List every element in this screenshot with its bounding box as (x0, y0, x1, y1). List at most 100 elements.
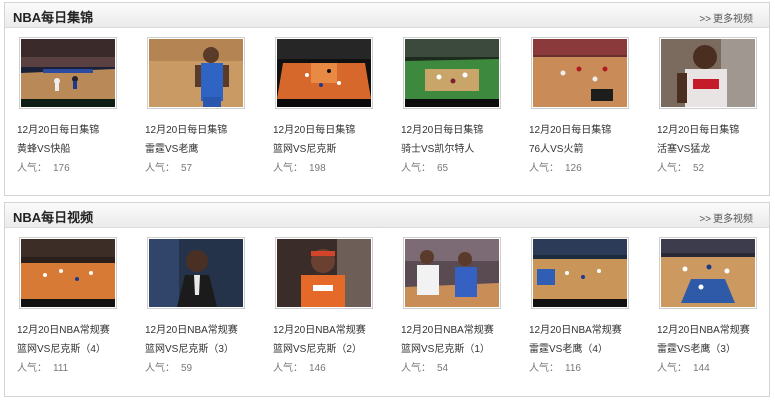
popularity-label: 人气： (145, 163, 175, 174)
video-date-title[interactable]: 12月20日NBA常规赛 (145, 321, 238, 336)
video-thumbnail[interactable] (531, 37, 629, 109)
popularity-label: 人气： (17, 163, 47, 174)
thumbnail-image (533, 239, 627, 307)
popularity: 人气： 144 (657, 359, 710, 374)
highlights-panel: NBA每日集锦 >> 更多视频 12月20日每日集锦 黄蜂VS快船 人气： 176 (4, 2, 770, 196)
video-date-title[interactable]: 12月20日每日集锦 (145, 121, 227, 136)
video-matchup[interactable]: 篮网VS尼克斯（2） (273, 340, 362, 355)
popularity: 人气： 176 (17, 159, 70, 174)
video-matchup[interactable]: 篮网VS尼克斯 (273, 140, 336, 155)
section-title: NBA每日视频 (13, 210, 94, 225)
video-matchup[interactable]: 雷霆VS老鹰（3） (657, 340, 736, 355)
more-videos-label: 更多视频 (713, 14, 753, 25)
video-item: 12月20日每日集锦 骑士VS凯尔特人 人气： 65 (401, 37, 511, 174)
thumbnail-image (405, 239, 499, 307)
popularity-value: 57 (181, 163, 193, 174)
popularity-value: 198 (309, 163, 326, 174)
video-date-title[interactable]: 12月20日NBA常规赛 (401, 321, 494, 336)
video-item: 12月20日每日集锦 活塞VS猛龙 人气： 52 (657, 37, 767, 174)
video-list: 12月20日每日集锦 黄蜂VS快船 人气： 176 12月20日每日集锦 雷霆VS… (5, 37, 769, 187)
video-thumbnail[interactable] (275, 237, 373, 309)
thumbnail-image (21, 39, 115, 107)
video-thumbnail[interactable] (403, 37, 501, 109)
video-thumbnail[interactable] (147, 237, 245, 309)
video-date-title[interactable]: 12月20日每日集锦 (657, 121, 739, 136)
video-matchup[interactable]: 骑士VS凯尔特人 (401, 140, 474, 155)
video-thumbnail[interactable] (19, 37, 117, 109)
video-date-title[interactable]: 12月20日每日集锦 (529, 121, 611, 136)
popularity: 人气： 59 (145, 359, 192, 374)
thumbnail-image (277, 39, 371, 107)
thumbnail-image (661, 39, 755, 107)
popularity-label: 人气： (145, 363, 175, 374)
thumbnail-image (405, 39, 499, 107)
panel-header: NBA每日视频 >> 更多视频 (5, 203, 769, 228)
popularity-value: 126 (565, 163, 582, 174)
video-thumbnail[interactable] (19, 237, 117, 309)
popularity-label: 人气： (401, 363, 431, 374)
video-date-title[interactable]: 12月20日每日集锦 (401, 121, 483, 136)
popularity: 人气： 111 (17, 359, 68, 374)
video-matchup[interactable]: 活塞VS猛龙 (657, 140, 710, 155)
video-thumbnail[interactable] (275, 37, 373, 109)
video-thumbnail[interactable] (531, 237, 629, 309)
video-date-title[interactable]: 12月20日NBA常规赛 (529, 321, 622, 336)
video-date-title[interactable]: 12月20日每日集锦 (273, 121, 355, 136)
video-item: 12月20日NBA常规赛 雷霆VS老鹰（3） 人气： 144 (657, 237, 767, 374)
video-thumbnail[interactable] (659, 37, 757, 109)
video-matchup[interactable]: 雷霆VS老鹰 (145, 140, 198, 155)
popularity-value: 65 (437, 163, 449, 174)
popularity: 人气： 126 (529, 159, 582, 174)
video-matchup[interactable]: 篮网VS尼克斯（3） (145, 340, 234, 355)
popularity-value: 144 (693, 363, 710, 374)
video-thumbnail[interactable] (403, 237, 501, 309)
video-item: 12月20日NBA常规赛 雷霆VS老鹰（4） 人气： 116 (529, 237, 639, 374)
panel-header: NBA每日集锦 >> 更多视频 (5, 3, 769, 28)
popularity-value: 146 (309, 363, 326, 374)
thumbnail-image (149, 239, 243, 307)
double-chevron-icon: >> (699, 14, 711, 25)
video-date-title[interactable]: 12月20日NBA常规赛 (273, 321, 366, 336)
popularity-value: 116 (565, 363, 581, 374)
video-matchup[interactable]: 76人VS火箭 (529, 140, 583, 155)
popularity: 人气： 198 (273, 159, 326, 174)
thumbnail-image (21, 239, 115, 307)
popularity-label: 人气： (529, 163, 559, 174)
popularity: 人气： 116 (529, 359, 581, 374)
popularity-value: 59 (181, 363, 193, 374)
popularity-label: 人气： (17, 363, 47, 374)
popularity-label: 人气： (657, 363, 687, 374)
popularity-value: 54 (437, 363, 449, 374)
more-videos-link[interactable]: >> 更多视频 (699, 210, 753, 225)
video-list: 12月20日NBA常规赛 篮网VS尼克斯（4） 人气： 111 12月20日NBA… (5, 237, 769, 387)
video-thumbnail[interactable] (147, 37, 245, 109)
video-date-title[interactable]: 12月20日NBA常规赛 (17, 321, 110, 336)
popularity-value: 52 (693, 163, 705, 174)
popularity-label: 人气： (273, 363, 303, 374)
more-videos-link[interactable]: >> 更多视频 (699, 10, 753, 25)
more-videos-label: 更多视频 (713, 214, 753, 225)
popularity-label: 人气： (529, 363, 559, 374)
video-matchup[interactable]: 篮网VS尼克斯（1） (401, 340, 490, 355)
popularity-label: 人气： (273, 163, 303, 174)
popularity: 人气： 146 (273, 359, 326, 374)
popularity: 人气： 57 (145, 159, 192, 174)
video-date-title[interactable]: 12月20日每日集锦 (17, 121, 99, 136)
video-item: 12月20日每日集锦 雷霆VS老鹰 人气： 57 (145, 37, 255, 174)
popularity-value: 176 (53, 163, 70, 174)
video-item: 12月20日每日集锦 篮网VS尼克斯 人气： 198 (273, 37, 383, 174)
video-item: 12月20日NBA常规赛 篮网VS尼克斯（1） 人气： 54 (401, 237, 511, 374)
video-matchup[interactable]: 雷霆VS老鹰（4） (529, 340, 608, 355)
double-chevron-icon: >> (699, 214, 711, 225)
video-thumbnail[interactable] (659, 237, 757, 309)
video-matchup[interactable]: 篮网VS尼克斯（4） (17, 340, 106, 355)
video-item: 12月20日NBA常规赛 篮网VS尼克斯（3） 人气： 59 (145, 237, 255, 374)
thumbnail-image (277, 239, 371, 307)
popularity: 人气： 52 (657, 159, 704, 174)
thumbnail-image (661, 239, 755, 307)
section-title: NBA每日集锦 (13, 10, 94, 25)
video-date-title[interactable]: 12月20日NBA常规赛 (657, 321, 750, 336)
video-matchup[interactable]: 黄蜂VS快船 (17, 140, 70, 155)
popularity: 人气： 65 (401, 159, 448, 174)
daily-videos-panel: NBA每日视频 >> 更多视频 12月20日NBA常规赛 篮网VS尼克斯（4） 人… (4, 202, 770, 397)
